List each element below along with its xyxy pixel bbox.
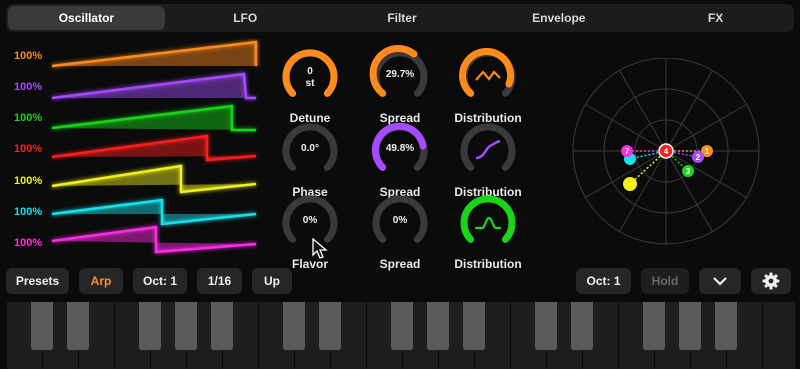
wave-level-3[interactable]: 100% <box>14 112 42 124</box>
wave-5 <box>51 164 257 194</box>
tab-filter[interactable]: Filter <box>324 4 481 32</box>
black-key[interactable] <box>139 302 161 350</box>
wave-3 <box>51 104 256 132</box>
knob-dial <box>459 48 516 97</box>
black-key[interactable] <box>535 302 557 350</box>
polar-node-5[interactable] <box>623 177 637 191</box>
black-key[interactable] <box>463 302 485 350</box>
spread-value-3: 0% <box>392 215 408 226</box>
oscillator-waveforms[interactable] <box>44 38 264 260</box>
phase-knob[interactable]: 0.0° Phase <box>272 118 348 199</box>
tab-lfo[interactable]: LFO <box>167 4 324 32</box>
black-key[interactable] <box>679 302 701 350</box>
bump-icon <box>475 216 501 230</box>
black-key[interactable] <box>427 302 449 350</box>
black-key[interactable] <box>67 302 89 350</box>
spread-value-1: 29.7% <box>385 69 415 80</box>
svg-text:1: 1 <box>705 147 710 156</box>
black-key[interactable] <box>571 302 593 350</box>
spread-value-2: 49.8% <box>385 143 415 154</box>
settings-button[interactable] <box>751 268 791 294</box>
spread-label-3: Spread <box>379 257 421 271</box>
flavor-knob[interactable]: 0% Flavor <box>272 190 348 271</box>
svg-text:4: 4 <box>664 147 669 156</box>
distribution-knob-3[interactable]: Distribution <box>450 190 526 271</box>
knob-dial <box>460 195 516 243</box>
arp-octave-button[interactable]: Oct: 1 <box>133 268 187 294</box>
s-curve-icon <box>475 139 501 160</box>
polar-node-3[interactable]: 3 <box>682 165 694 177</box>
wave-4 <box>51 134 257 162</box>
distribution-knob-1[interactable]: Distribution <box>450 44 526 125</box>
black-key[interactable] <box>391 302 413 350</box>
tab-envelope[interactable]: Envelope <box>480 4 637 32</box>
unison-polar-graph[interactable]: 1 2 3 7 4 <box>568 58 764 254</box>
black-key[interactable] <box>211 302 233 350</box>
svg-text:3: 3 <box>686 167 691 176</box>
svg-text:2: 2 <box>696 153 701 162</box>
distribution-knob-2[interactable]: Distribution <box>450 118 526 199</box>
wave-2 <box>51 72 256 100</box>
wave-7 <box>51 225 257 254</box>
tab-fx[interactable]: FX <box>637 4 794 32</box>
white-key[interactable] <box>762 302 795 369</box>
phase-value: 0.0° <box>301 143 319 154</box>
arp-button[interactable]: Arp <box>79 268 123 294</box>
black-key[interactable] <box>319 302 341 350</box>
wave-level-2[interactable]: 100% <box>14 81 42 93</box>
arp-rate-button[interactable]: 1/16 <box>197 268 242 294</box>
chevron-down-icon <box>713 277 727 286</box>
spread-knob-2[interactable]: 49.8% Spread <box>362 118 438 199</box>
zigzag-icon <box>475 70 501 81</box>
black-key[interactable] <box>31 302 53 350</box>
arp-direction-button[interactable]: Up <box>252 268 292 294</box>
black-key[interactable] <box>643 302 665 350</box>
wave-level-1[interactable]: 100% <box>14 50 42 62</box>
keyboard-octave-button[interactable]: Oct: 1 <box>576 268 631 294</box>
expand-button[interactable] <box>699 268 741 294</box>
detune-knob[interactable]: 0st Detune <box>272 44 348 125</box>
detune-value: 0 <box>307 66 313 77</box>
tab-bar: Oscillator LFO Filter Envelope FX <box>6 4 794 32</box>
wave-level-5[interactable]: 100% <box>14 175 42 187</box>
presets-button[interactable]: Presets <box>6 268 69 294</box>
svg-text:7: 7 <box>625 147 630 156</box>
wave-level-4[interactable]: 100% <box>14 143 42 155</box>
gear-icon <box>762 272 780 290</box>
black-key[interactable] <box>283 302 305 350</box>
detune-unit: st <box>305 78 315 89</box>
wave-6 <box>51 198 257 226</box>
tab-oscillator[interactable]: Oscillator <box>8 6 165 30</box>
knob-dial <box>460 123 516 171</box>
piano-keyboard[interactable] <box>0 302 800 369</box>
wave-1 <box>51 40 258 68</box>
hold-button[interactable]: Hold <box>641 268 689 294</box>
polar-node-4[interactable]: 4 <box>658 143 674 159</box>
spread-knob-3[interactable]: 0% Spread <box>362 190 438 271</box>
wave-level-7[interactable]: 100% <box>14 237 42 249</box>
polar-node-2[interactable]: 2 <box>692 151 704 163</box>
flavor-value: 0% <box>302 215 318 226</box>
spread-knob-1[interactable]: 29.7% Spread <box>362 44 438 125</box>
mouse-cursor-icon <box>312 238 328 259</box>
polar-node-7[interactable]: 7 <box>621 145 633 157</box>
distribution-label-3: Distribution <box>454 257 522 271</box>
wave-level-6[interactable]: 100% <box>14 206 42 218</box>
black-key[interactable] <box>715 302 737 350</box>
black-key[interactable] <box>175 302 197 350</box>
